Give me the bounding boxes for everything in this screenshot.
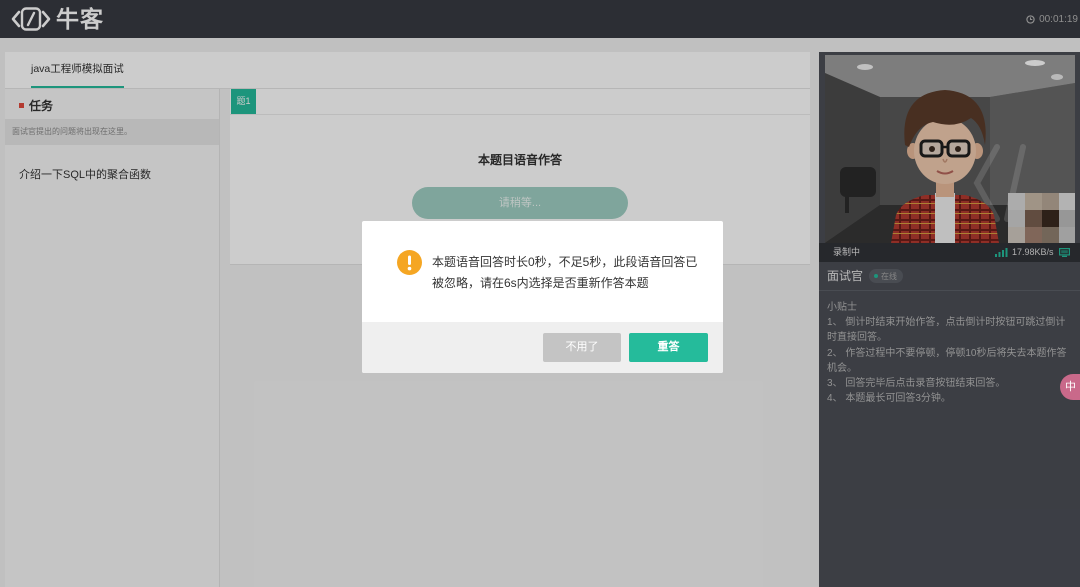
warning-icon — [397, 250, 422, 275]
dialog-message: 本题语音回答时长0秒，不足5秒，此段语音回答已被忽略，请在6s内选择是否重新作答… — [432, 255, 698, 290]
dialog-body: 本题语音回答时长0秒，不足5秒，此段语音回答已被忽略，请在6s内选择是否重新作答… — [362, 221, 723, 322]
retry-answer-button[interactable]: 重答 — [629, 333, 708, 362]
ime-floating-button[interactable]: 中 — [1060, 374, 1080, 400]
decline-retry-button[interactable]: 不用了 — [543, 333, 621, 362]
dialog-footer: 不用了 重答 — [362, 322, 723, 373]
short-answer-dialog: 本题语音回答时长0秒，不足5秒，此段语音回答已被忽略，请在6s内选择是否重新作答… — [362, 221, 723, 373]
